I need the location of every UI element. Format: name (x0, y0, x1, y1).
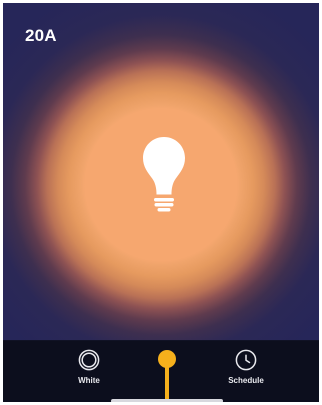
schedule-label: Schedule (228, 376, 264, 385)
device-name: 20A (25, 26, 57, 45)
schedule-button[interactable]: Schedule (211, 349, 281, 385)
slider-handle[interactable] (158, 350, 176, 368)
light-bulb-icon (142, 136, 186, 214)
home-indicator (111, 399, 223, 402)
light-glow-area: 20A (3, 3, 319, 346)
white-mode-button[interactable]: White (54, 349, 124, 385)
white-mode-label: White (78, 376, 100, 385)
clock-icon (235, 349, 257, 371)
brightness-slider[interactable] (157, 347, 177, 402)
white-circle-icon (78, 349, 100, 371)
app-screen: 20A White Schedule (0, 0, 322, 405)
